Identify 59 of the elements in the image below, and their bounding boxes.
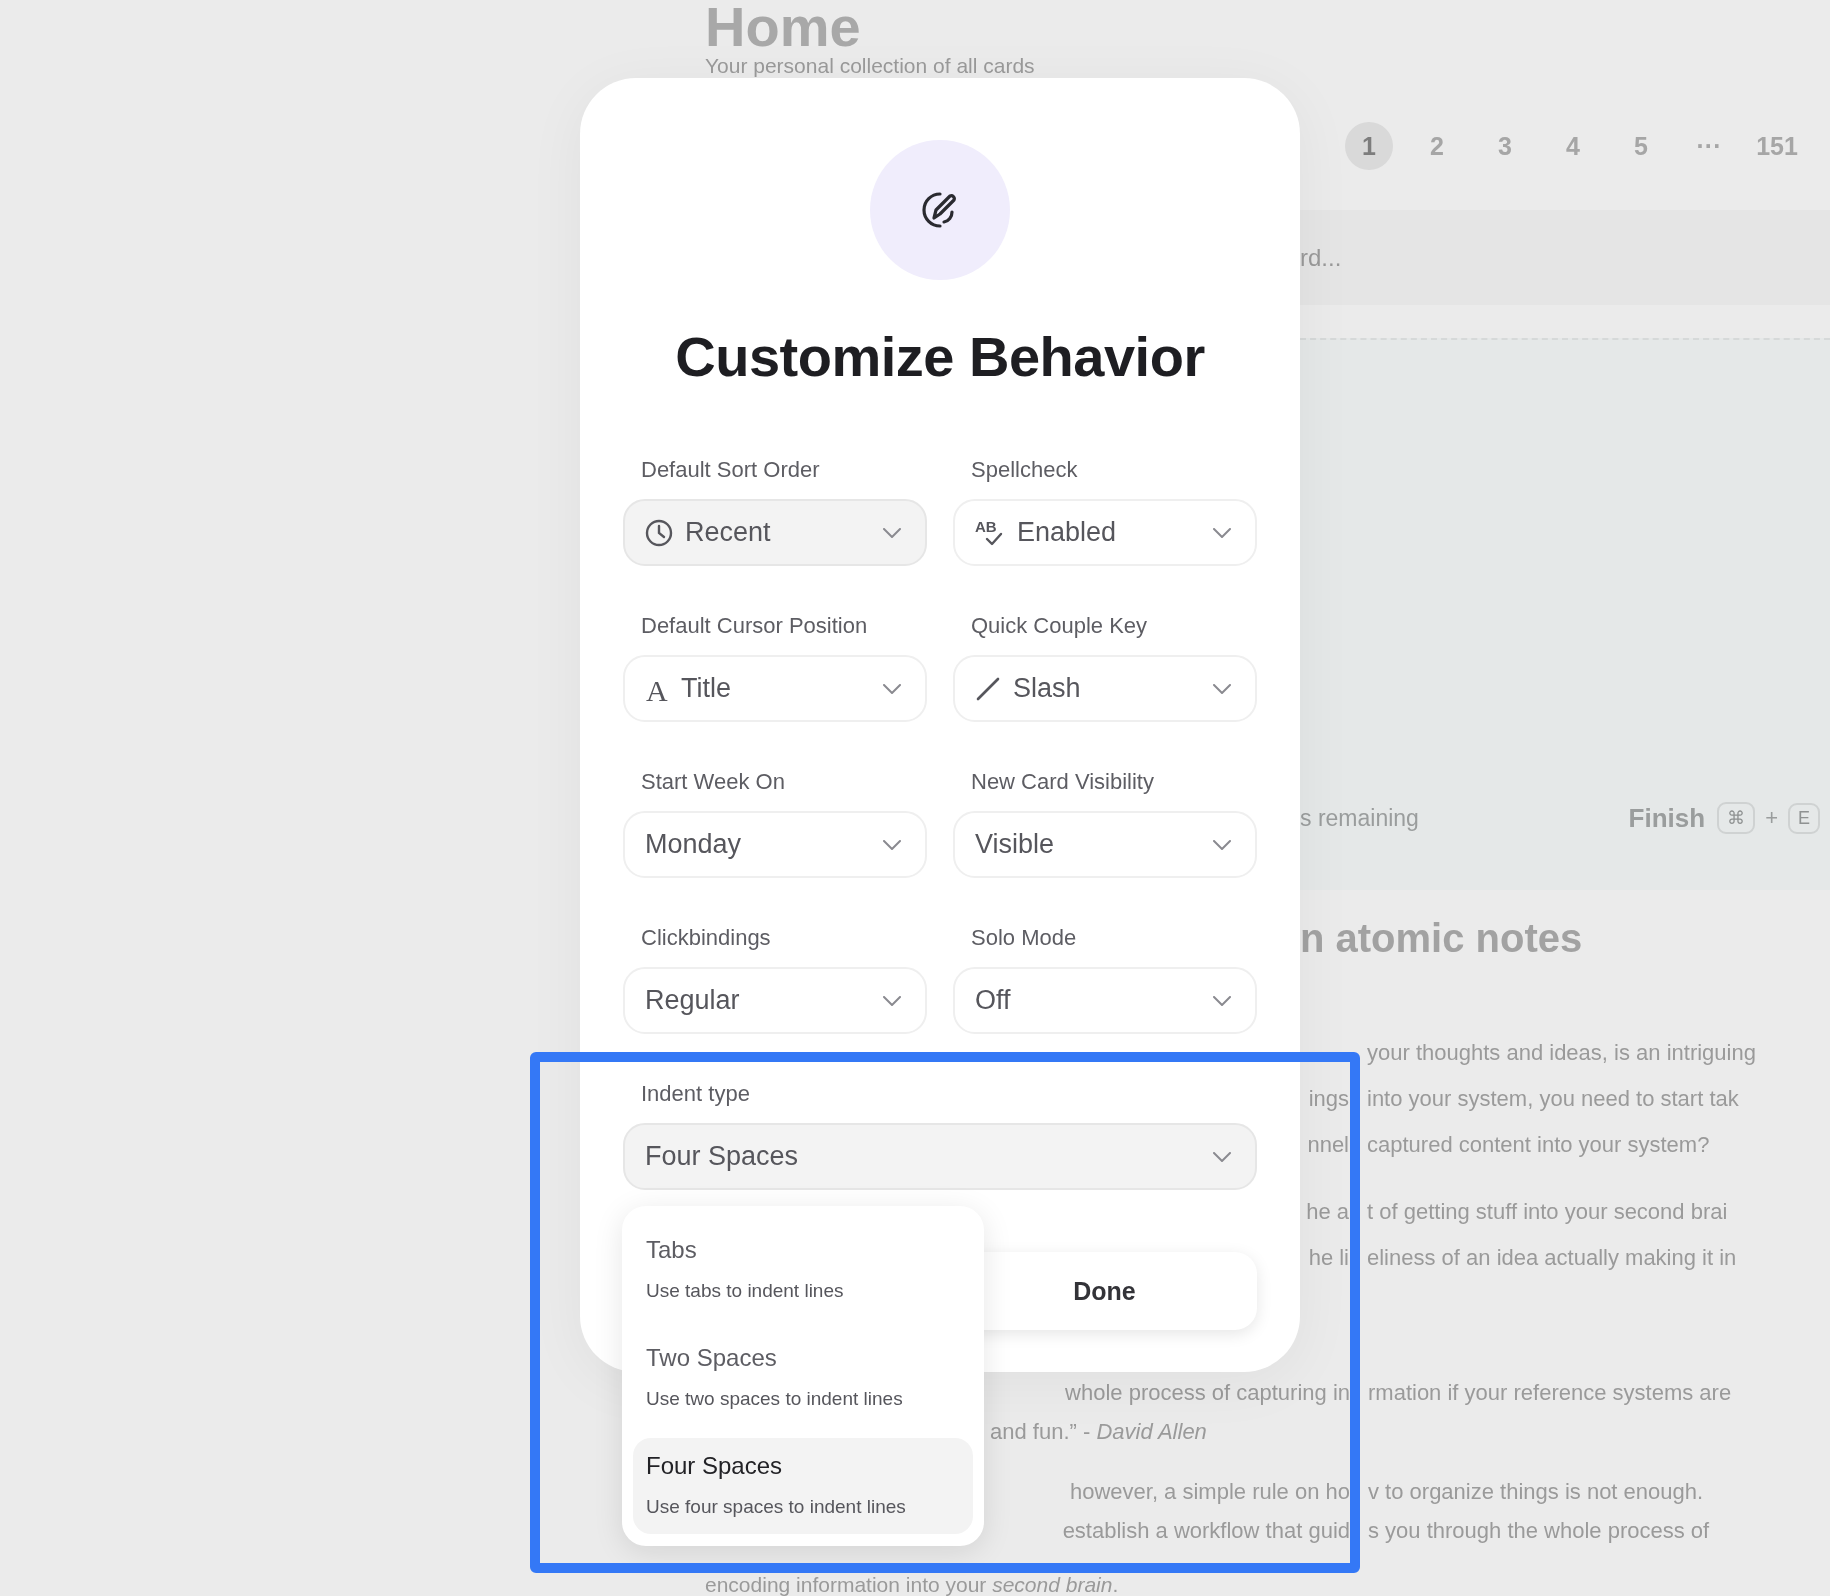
article-text: encoding information into your second brain. (705, 1574, 1119, 1596)
field-label: Solo Mode (971, 925, 1077, 951)
article-text: rmation if your reference systems are (1368, 1379, 1732, 1407)
search-text: rd... (1300, 243, 1342, 272)
field-label: Clickbindings (641, 925, 771, 951)
chevron-down-icon (1213, 839, 1231, 850)
field-label: Default Cursor Position (641, 613, 868, 639)
field-label: New Card Visibility (971, 769, 1154, 795)
article-text: s you through the whole process of (1368, 1517, 1710, 1545)
article-text: eliness of an idea actually making it in (1367, 1244, 1737, 1272)
select-field[interactable]: Four Spaces (623, 1123, 1257, 1190)
article-text: he li (1308, 1244, 1349, 1272)
letter-icon: A (645, 673, 669, 704)
chevron-down-icon (1213, 527, 1231, 538)
menu-option[interactable]: Four Spaces Use four spaces to indent lines (633, 1438, 973, 1534)
chevron-down-icon (1213, 995, 1231, 1006)
finish-label: Finish (1628, 802, 1706, 834)
article-text: into your system, you need to start tak (1367, 1085, 1739, 1113)
chevron-down-icon (1213, 683, 1231, 694)
article-text: nnel (1307, 1131, 1349, 1159)
select-field[interactable]: A Title (623, 655, 927, 722)
article-text: whole process of capturing in (1065, 1379, 1350, 1407)
article-text: however, a simple rule on ho (1069, 1478, 1350, 1506)
chevron-down-icon (883, 839, 901, 850)
select-field[interactable]: Slash (953, 655, 1257, 722)
article-heading: n atomic notes (1300, 915, 1583, 961)
field-label: Quick Couple Key (971, 613, 1148, 639)
article-text: ings (1308, 1085, 1349, 1113)
remaining-text: s remaining (1300, 804, 1419, 832)
field-label: Spellcheck (971, 457, 1078, 483)
slash-icon (975, 675, 1001, 702)
field-label: Start Week On (641, 769, 785, 795)
plus-text: + (1765, 805, 1778, 831)
article-text: t of getting stuff into your second brai (1367, 1198, 1728, 1226)
field-label: Indent type (641, 1081, 750, 1107)
chevron-down-icon (1213, 1151, 1231, 1162)
chevron-down-icon (883, 995, 901, 1006)
article-text: v to organize things is not enough. (1368, 1478, 1704, 1506)
article-text: establish a workflow that guid (1062, 1517, 1350, 1545)
clock-icon (645, 518, 673, 547)
key-cap: E (1788, 802, 1820, 834)
chevron-down-icon (883, 683, 901, 694)
chevron-down-icon (883, 527, 901, 538)
field-label: Default Sort Order (641, 457, 820, 483)
article-text: your thoughts and ideas, is an intriguing (1367, 1039, 1756, 1067)
key-cap: ⌘ (1717, 802, 1756, 834)
select-field[interactable]: Visible (953, 811, 1257, 878)
article-text: and fun.” - David Allen (990, 1418, 1207, 1446)
select-field[interactable]: AB Enabled (953, 499, 1257, 566)
select-field[interactable]: Off (953, 967, 1257, 1034)
menu-option[interactable]: Two Spaces Use two spaces to indent lines (633, 1330, 973, 1426)
article-text: he a (1306, 1198, 1349, 1226)
select-field[interactable]: Recent (623, 499, 927, 566)
page-subtitle: Your personal collection of all cards (705, 54, 1035, 78)
page-title: Home (705, 0, 861, 54)
dialog-title: Customize Behavior (675, 324, 1205, 389)
select-field[interactable]: Regular (623, 967, 927, 1034)
article-text: captured content into your system? (1367, 1131, 1710, 1159)
select-field[interactable]: Monday (623, 811, 927, 878)
